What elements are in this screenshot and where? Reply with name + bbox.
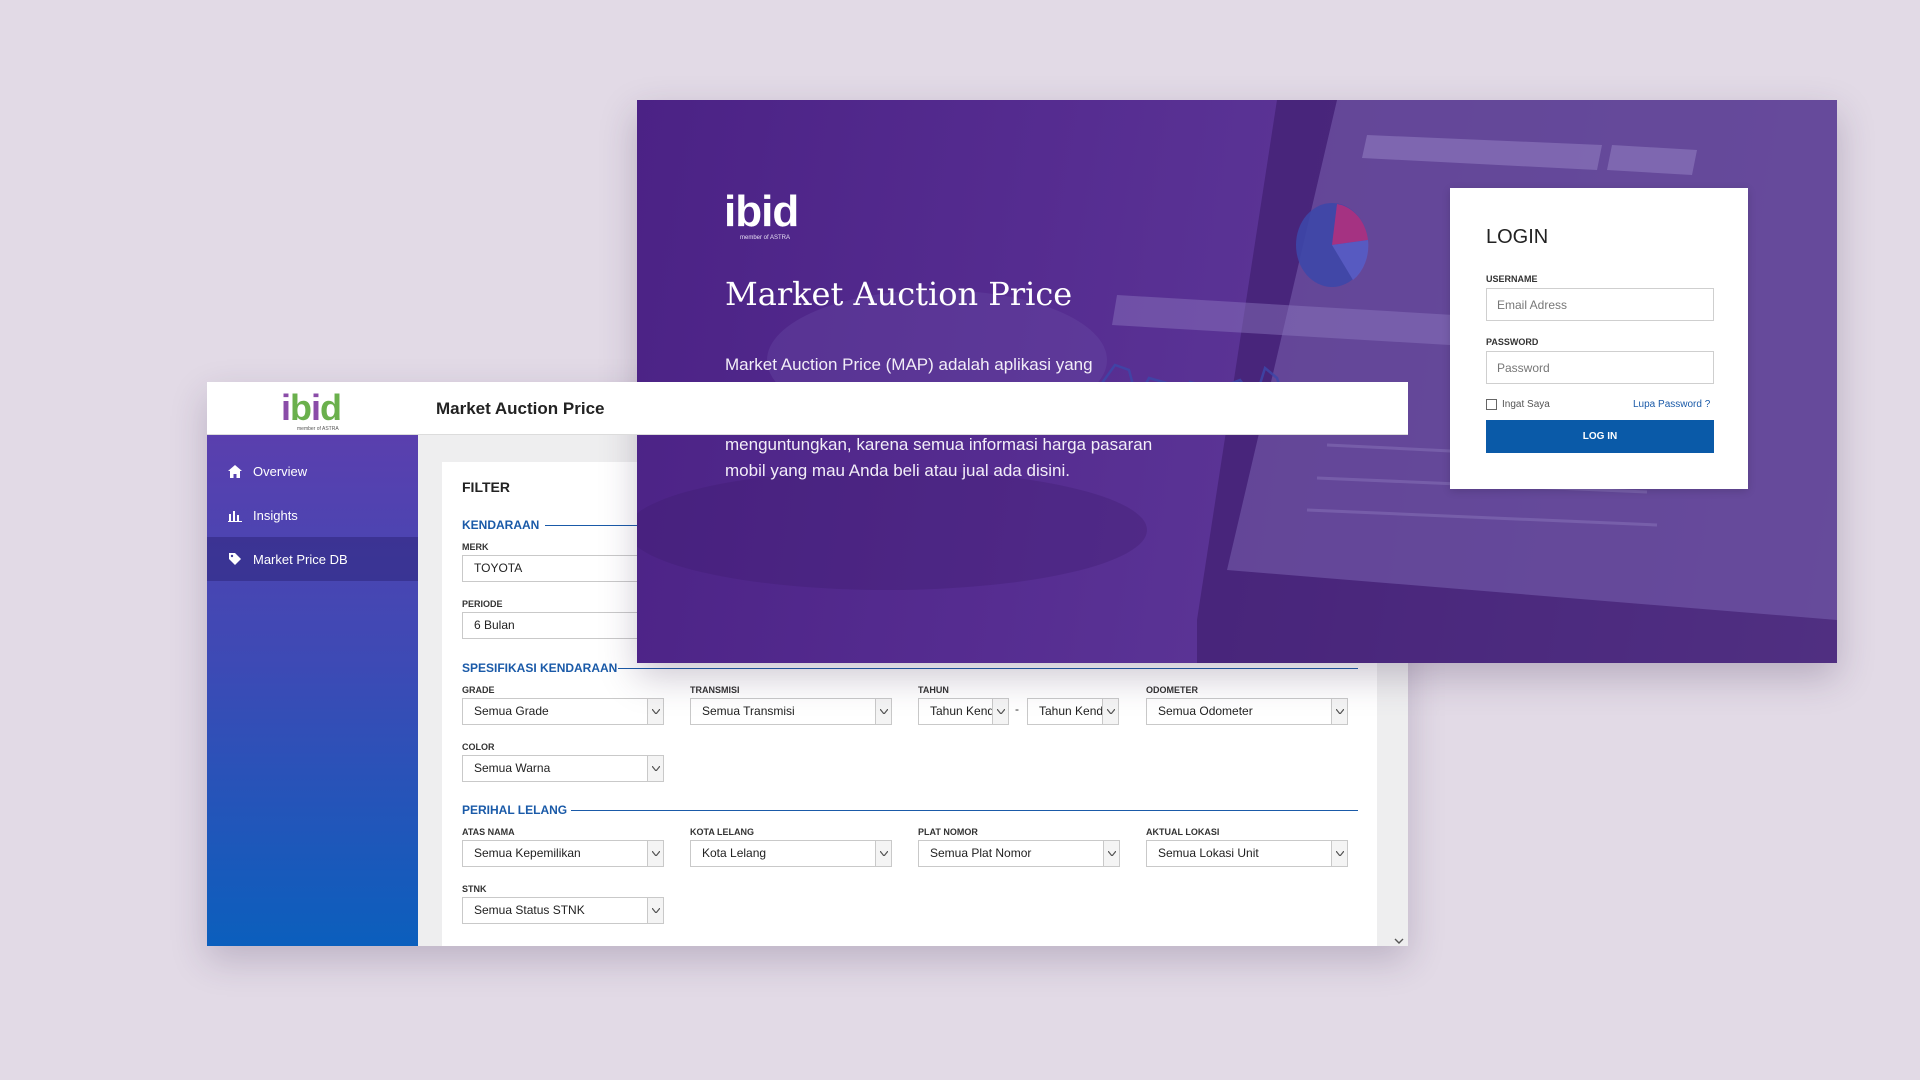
forgot-password-link[interactable]: Lupa Password ? (1633, 399, 1710, 410)
color-value: Semua Warna (474, 761, 551, 775)
scroll-down-arrow[interactable] (1394, 932, 1406, 944)
section-divider (618, 668, 1358, 669)
home-icon (227, 463, 243, 479)
login-card: LOGIN USERNAME PASSWORD Ingat Saya Lupa … (1450, 188, 1748, 489)
chevron-down-icon (1103, 841, 1119, 866)
odometer-value: Semua Odometer (1158, 704, 1253, 718)
section-divider (571, 810, 1358, 811)
logo-tagline: member of ASTRA (297, 426, 339, 432)
kota-lelang-label: KOTA LELANG (690, 827, 754, 837)
transmisi-select[interactable]: Semua Transmisi (690, 698, 892, 725)
odometer-label: ODOMETER (1146, 685, 1199, 695)
odometer-select[interactable]: Semua Odometer (1146, 698, 1348, 725)
plat-nomor-select[interactable]: Semua Plat Nomor (918, 840, 1120, 867)
atas-nama-label: ATAS NAMA (462, 827, 515, 837)
chevron-down-icon (875, 841, 891, 866)
remember-checkbox[interactable] (1486, 399, 1497, 410)
logo-brand: ibid (724, 187, 799, 236)
sidebar-item-label: Market Price DB (253, 551, 348, 567)
logo-tagline: member of ASTRA (740, 235, 791, 241)
tahun-separator: - (1015, 702, 1019, 716)
stnk-select[interactable]: Semua Status STNK (462, 897, 664, 924)
chevron-down-icon (875, 699, 891, 724)
sidebar: Overview Insights Market Price DB (207, 435, 418, 946)
password-label: PASSWORD (1486, 337, 1539, 347)
sidebar-item-insights[interactable]: Insights (207, 493, 418, 537)
color-select[interactable]: Semua Warna (462, 755, 664, 782)
bar-chart-icon (227, 507, 243, 523)
app-header: ibid member of ASTRA Market Auction Pric… (207, 382, 1408, 435)
stnk-label: STNK (462, 884, 487, 894)
aktual-lokasi-value: Semua Lokasi Unit (1158, 846, 1259, 860)
sidebar-item-overview[interactable]: Overview (207, 449, 418, 493)
periode-field[interactable]: 6 Bulan (462, 612, 662, 639)
section-perihal-lelang: PERIHAL LELANG (462, 803, 568, 817)
periode-label: PERIODE (462, 599, 503, 609)
app-title: Market Auction Price (436, 399, 605, 418)
plat-nomor-label: PLAT NOMOR (918, 827, 978, 837)
chevron-down-icon (647, 699, 663, 724)
remember-me[interactable]: Ingat Saya (1486, 399, 1550, 410)
grade-value: Semua Grade (474, 704, 549, 718)
username-input[interactable] (1486, 288, 1714, 321)
grade-label: GRADE (462, 685, 495, 695)
kota-lelang-value: Kota Lelang (702, 846, 767, 860)
chevron-down-icon (647, 898, 663, 923)
transmisi-value: Semua Transmisi (702, 704, 795, 718)
merk-label: MERK (462, 542, 489, 552)
color-label: COLOR (462, 742, 495, 752)
hero-title: Market Auction Price (725, 275, 1073, 313)
ibid-logo-white[interactable]: ibid member of ASTRA (724, 188, 814, 248)
filter-title: FILTER (462, 479, 510, 495)
section-divider (545, 525, 645, 526)
section-spesifikasi: SPESIFIKASI KENDARAAN (462, 661, 618, 675)
tahun-from-select[interactable]: Tahun Kendaraan (918, 698, 1009, 725)
kota-lelang-select[interactable]: Kota Lelang (690, 840, 892, 867)
tag-icon (227, 551, 243, 567)
merk-field[interactable]: TOYOTA (462, 555, 662, 582)
login-title: LOGIN (1486, 226, 1549, 248)
chevron-down-icon (647, 756, 663, 781)
remember-label: Ingat Saya (1502, 399, 1550, 410)
sidebar-item-market-price-db[interactable]: Market Price DB (207, 537, 418, 581)
login-button[interactable]: LOG IN (1486, 420, 1714, 453)
atas-nama-value: Semua Kepemilikan (474, 846, 581, 860)
chevron-down-icon (1102, 699, 1118, 724)
aktual-lokasi-label: AKTUAL LOKASI (1146, 827, 1220, 837)
username-label: USERNAME (1486, 274, 1538, 284)
sidebar-item-label: Overview (253, 463, 308, 479)
stnk-value: Semua Status STNK (474, 903, 585, 917)
chevron-down-icon (1331, 699, 1347, 724)
transmisi-label: TRANSMISI (690, 685, 740, 695)
password-input[interactable] (1486, 351, 1714, 384)
chevron-down-icon (992, 699, 1008, 724)
sidebar-item-label: Insights (253, 507, 298, 523)
chevron-down-icon (647, 841, 663, 866)
grade-select[interactable]: Semua Grade (462, 698, 664, 725)
aktual-lokasi-select[interactable]: Semua Lokasi Unit (1146, 840, 1348, 867)
tahun-label: TAHUN (918, 685, 949, 695)
section-kendaraan: KENDARAAN (462, 518, 540, 532)
ibid-logo[interactable]: ibid member of ASTRA (281, 388, 345, 433)
tahun-to-select[interactable]: Tahun Kendaraan (1027, 698, 1119, 725)
chevron-down-icon (1331, 841, 1347, 866)
atas-nama-select[interactable]: Semua Kepemilikan (462, 840, 664, 867)
plat-nomor-value: Semua Plat Nomor (930, 846, 1032, 860)
